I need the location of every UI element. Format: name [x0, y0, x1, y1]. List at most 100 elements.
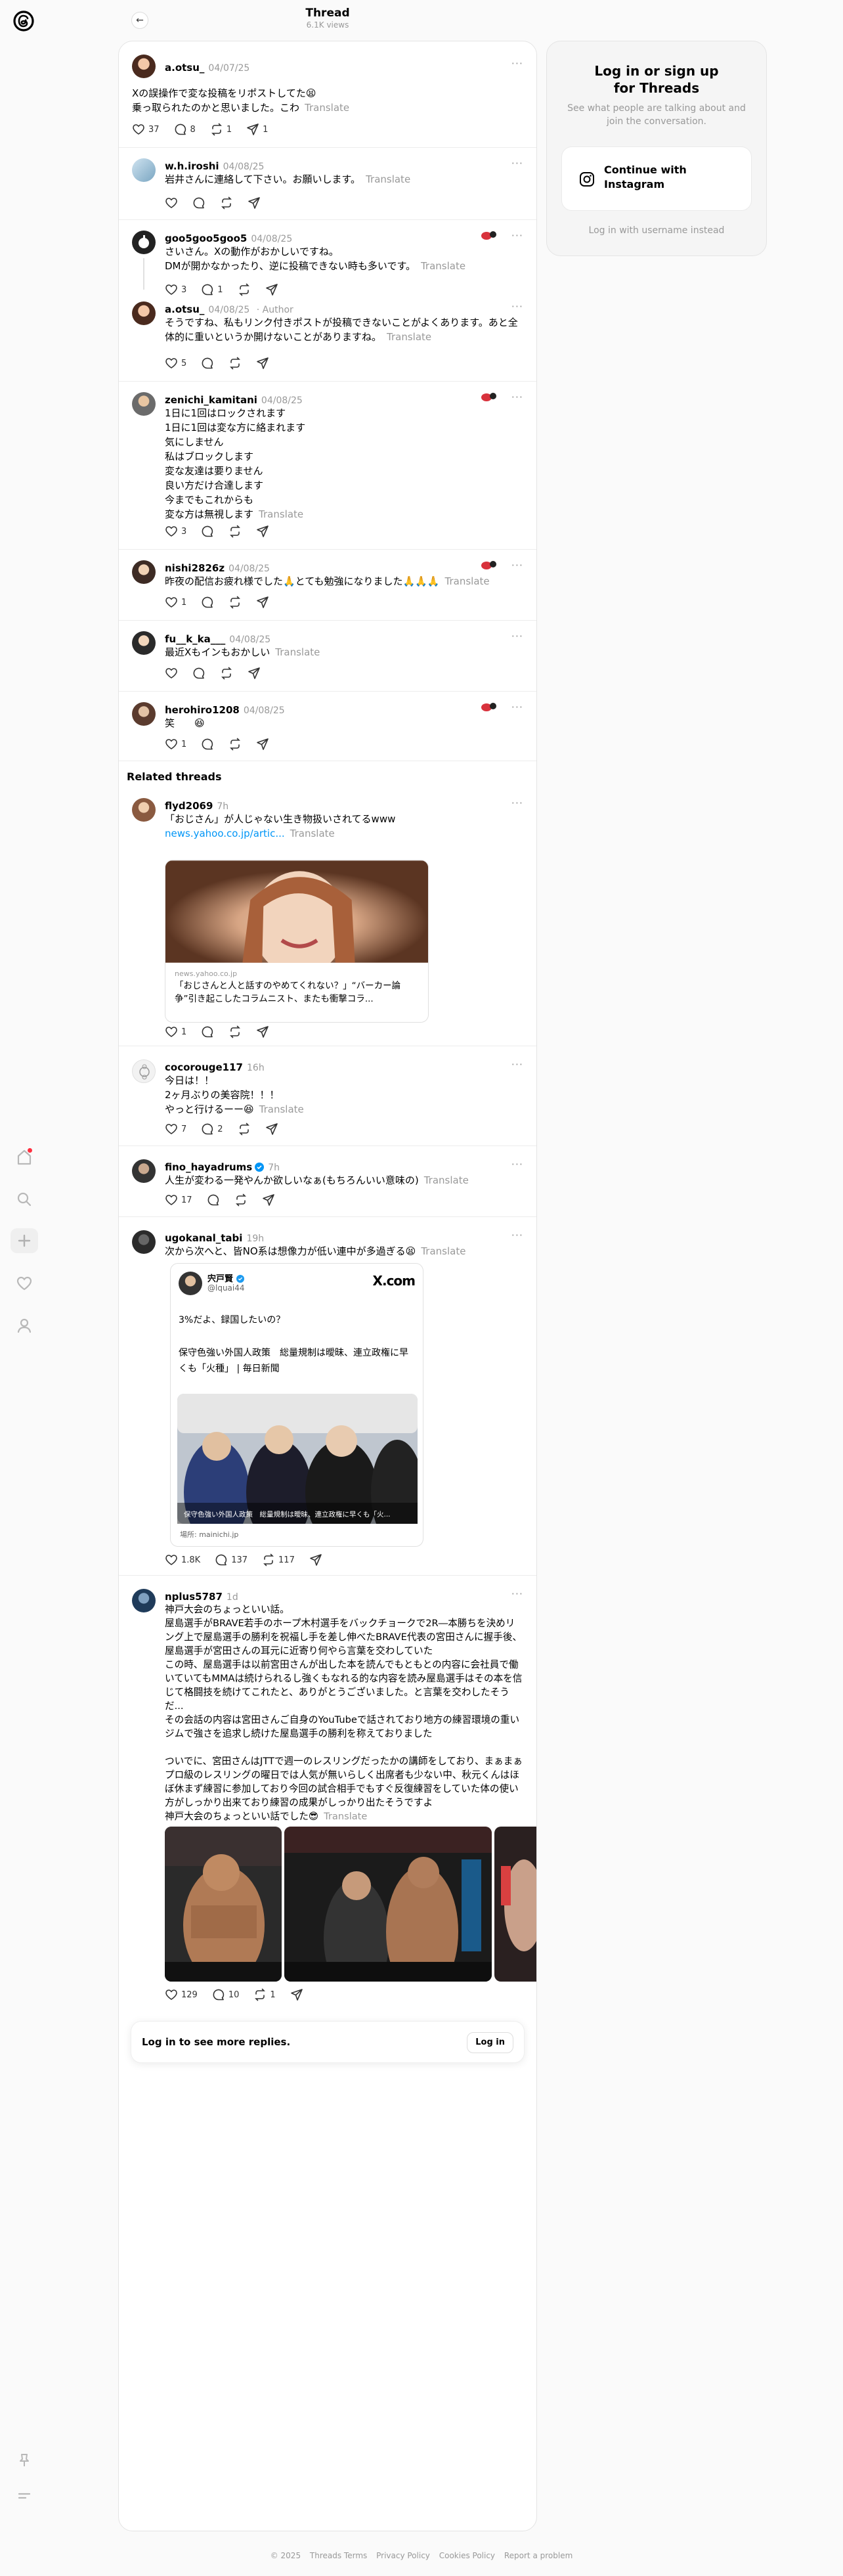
reply-button[interactable]: 10: [212, 1988, 239, 2001]
reply-button[interactable]: [207, 1193, 220, 1207]
footer-report-link[interactable]: Report a problem: [504, 2551, 573, 2560]
username[interactable]: a.otsu_: [165, 62, 204, 74]
reply-button[interactable]: [201, 1025, 214, 1038]
repost-button[interactable]: [228, 1025, 242, 1038]
username-login-link[interactable]: Log in with username instead: [547, 225, 766, 236]
repost-button[interactable]: 1: [253, 1988, 276, 2001]
repost-button[interactable]: [228, 596, 242, 609]
share-button[interactable]: 1: [246, 123, 268, 136]
reply-button[interactable]: [201, 738, 214, 751]
translate-link[interactable]: Translate: [275, 646, 320, 658]
like-button[interactable]: 3: [165, 525, 186, 538]
like-button[interactable]: 1: [165, 738, 186, 751]
avatar[interactable]: [132, 392, 156, 416]
translate-link[interactable]: Translate: [324, 1811, 367, 1822]
post-photo[interactable]: [494, 1827, 536, 1982]
reply-button[interactable]: [192, 667, 205, 680]
share-button[interactable]: [262, 1193, 275, 1207]
post-photo[interactable]: [165, 1827, 282, 1982]
reply-button[interactable]: 8: [174, 123, 196, 136]
reply-button[interactable]: [201, 596, 214, 609]
repost-button[interactable]: 1: [210, 123, 232, 136]
repost-button[interactable]: [234, 1193, 248, 1207]
translate-link[interactable]: Translate: [290, 828, 335, 839]
translate-link[interactable]: Translate: [387, 331, 431, 343]
translate-link[interactable]: Translate: [259, 508, 303, 520]
username[interactable]: ugokanal_tabi: [165, 1232, 242, 1244]
avatar[interactable]: [132, 1589, 156, 1612]
threads-logo-icon[interactable]: [12, 9, 35, 33]
repost-button[interactable]: [238, 283, 251, 296]
footer-privacy-link[interactable]: Privacy Policy: [376, 2551, 430, 2560]
share-button[interactable]: [256, 1025, 269, 1038]
share-button[interactable]: [256, 525, 269, 538]
reply-button[interactable]: 1: [201, 283, 223, 296]
avatar[interactable]: [132, 1230, 156, 1254]
reply-button[interactable]: [201, 357, 214, 370]
avatar[interactable]: [132, 1059, 156, 1083]
repost-button[interactable]: [220, 196, 233, 210]
post-photo[interactable]: [284, 1827, 492, 1982]
translate-link[interactable]: Translate: [366, 173, 410, 185]
username[interactable]: fino_hayadrums: [165, 1161, 252, 1173]
home-icon[interactable]: [14, 1147, 35, 1168]
translate-link[interactable]: Translate: [445, 575, 490, 587]
footer-cookies-link[interactable]: Cookies Policy: [439, 2551, 495, 2560]
username[interactable]: w.h.iroshi: [165, 160, 219, 172]
repost-button[interactable]: [220, 667, 233, 680]
translate-link[interactable]: Translate: [424, 1174, 469, 1186]
translate-link[interactable]: Translate: [259, 1103, 304, 1115]
like-button[interactable]: 3: [165, 283, 186, 296]
instagram-login-button[interactable]: Continue with Instagram: [561, 146, 752, 211]
profile-icon[interactable]: [14, 1315, 35, 1336]
avatar[interactable]: [132, 158, 156, 182]
avatar[interactable]: [132, 55, 156, 78]
reply-button[interactable]: [201, 525, 214, 538]
login-button[interactable]: Log in: [467, 2032, 513, 2053]
like-button[interactable]: 1: [165, 596, 186, 609]
avatar[interactable]: [132, 1159, 156, 1183]
username[interactable]: nplus5787: [165, 1591, 223, 1603]
translate-link[interactable]: Translate: [421, 1245, 465, 1257]
repost-button[interactable]: 117: [262, 1553, 295, 1566]
avatar[interactable]: [132, 631, 156, 655]
plus-icon[interactable]: [11, 1228, 38, 1253]
footer-terms-link[interactable]: Threads Terms: [310, 2551, 367, 2560]
like-button[interactable]: [165, 196, 178, 210]
like-button[interactable]: [165, 667, 178, 680]
share-button[interactable]: [256, 738, 269, 751]
username[interactable]: cocorouge117: [165, 1061, 243, 1073]
reply-button[interactable]: 137: [215, 1553, 248, 1566]
repost-button[interactable]: [238, 1122, 251, 1136]
search-icon[interactable]: [14, 1189, 35, 1210]
repost-button[interactable]: [228, 525, 242, 538]
username[interactable]: goo5goo5goo5: [165, 233, 247, 244]
username[interactable]: flyd2069: [165, 800, 213, 812]
like-button[interactable]: 17: [165, 1193, 192, 1207]
username[interactable]: a.otsu_: [165, 303, 204, 315]
share-button[interactable]: [248, 667, 261, 680]
pin-icon[interactable]: [14, 2450, 35, 2471]
avatar[interactable]: [132, 231, 156, 254]
reply-button[interactable]: [192, 196, 205, 210]
avatar[interactable]: [132, 702, 156, 726]
username[interactable]: zenichi_kamitani: [165, 394, 257, 406]
like-button[interactable]: 1: [165, 1025, 186, 1038]
repost-button[interactable]: [228, 738, 242, 751]
share-button[interactable]: [265, 283, 278, 296]
like-button[interactable]: 1.8K: [165, 1553, 200, 1566]
avatar[interactable]: [132, 798, 156, 822]
username[interactable]: nishi2826z: [165, 562, 225, 574]
share-button[interactable]: [309, 1553, 322, 1566]
share-button[interactable]: [248, 196, 261, 210]
share-button[interactable]: [256, 596, 269, 609]
reply-button[interactable]: 2: [201, 1122, 223, 1136]
username[interactable]: herohiro1208: [165, 704, 240, 716]
like-button[interactable]: 7: [165, 1122, 186, 1136]
share-button[interactable]: [265, 1122, 278, 1136]
share-button[interactable]: [290, 1988, 303, 2001]
repost-button[interactable]: [228, 357, 242, 370]
menu-icon[interactable]: [14, 2485, 35, 2506]
username[interactable]: fu__k_ka___: [165, 633, 225, 645]
avatar[interactable]: [132, 560, 156, 584]
